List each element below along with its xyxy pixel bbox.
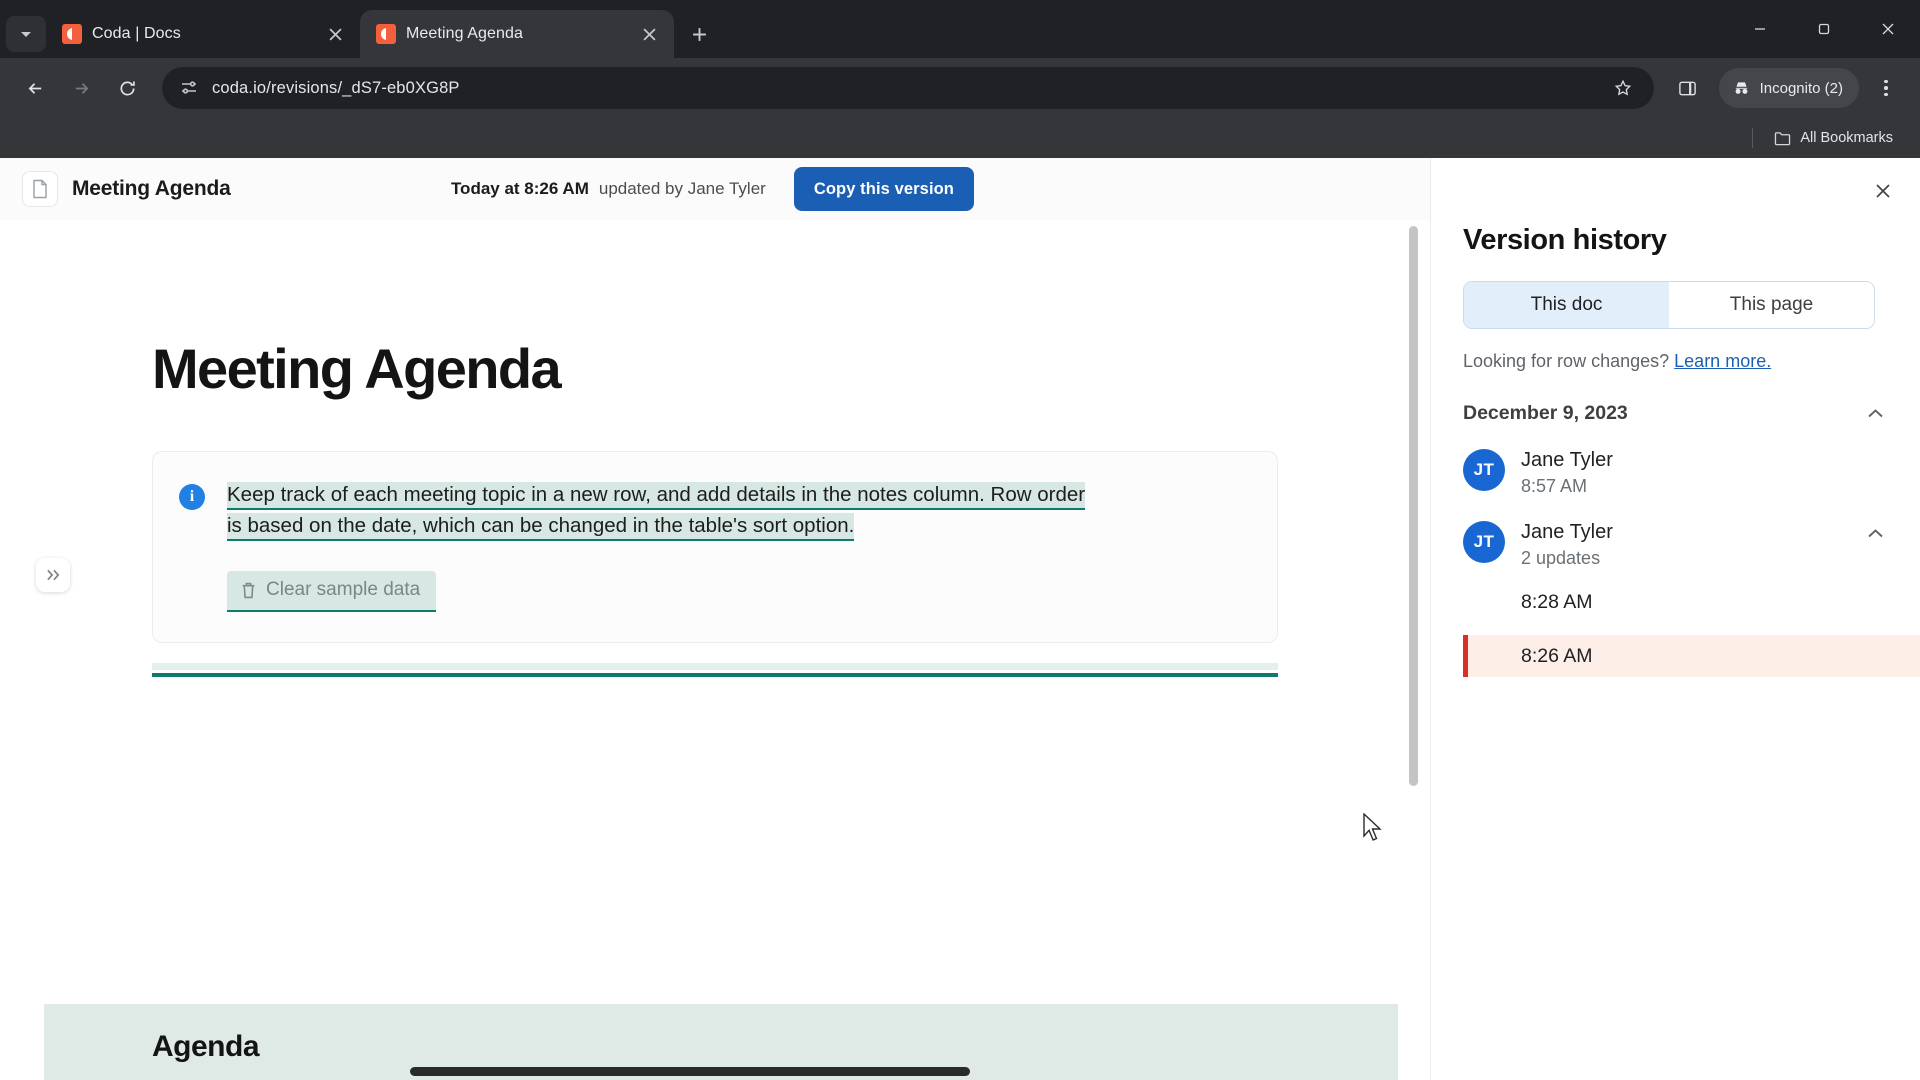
callout-text: Keep track of each meeting topic in a ne… xyxy=(227,480,1086,542)
table-top-divider xyxy=(152,663,1278,678)
version-history-panel: Version history This doc This page Looki… xyxy=(1430,158,1920,1080)
close-icon[interactable] xyxy=(1866,174,1900,208)
callout-box: i Keep track of each meeting topic in a … xyxy=(152,450,1278,644)
clear-sample-data-button[interactable]: Clear sample data xyxy=(227,571,437,613)
close-icon[interactable] xyxy=(636,21,662,47)
revision-author: updated by Jane Tyler xyxy=(598,179,766,198)
agenda-title: Agenda xyxy=(152,1030,260,1063)
address-bar[interactable]: coda.io/revisions/_dS7-eb0XG8P xyxy=(162,67,1654,109)
coda-favicon xyxy=(376,24,396,44)
revision-header: Meeting Agenda Today at 8:26 AM updated … xyxy=(0,158,1430,220)
profile-label: Incognito (2) xyxy=(1759,79,1843,97)
version-sub-item[interactable]: 8:28 AM xyxy=(1463,581,1920,623)
window-close-icon[interactable] xyxy=(1856,0,1920,58)
page-content: Meeting Agenda Today at 8:26 AM updated … xyxy=(0,158,1920,1080)
revision-viewer: Meeting Agenda Today at 8:26 AM updated … xyxy=(0,158,1430,1080)
row-changes-hint: Looking for row changes? Learn more. xyxy=(1463,351,1920,372)
clear-sample-data-label: Clear sample data xyxy=(266,579,421,601)
version-update-count: 2 updates xyxy=(1521,548,1601,568)
learn-more-link[interactable]: Learn more. xyxy=(1674,351,1771,371)
back-arrow-icon[interactable] xyxy=(14,67,56,109)
callout-line-2: is based on the date, which can be chang… xyxy=(227,512,855,541)
document-icon xyxy=(22,171,58,207)
revision-body: Meeting Agenda i Keep track of each meet… xyxy=(0,220,1430,1080)
browser-toolbar: coda.io/revisions/_dS7-eb0XG8P Incognito… xyxy=(0,58,1920,118)
window-controls xyxy=(1728,0,1920,58)
version-history-title: Version history xyxy=(1463,224,1667,256)
version-author: Jane Tyler xyxy=(1521,449,1613,471)
minimize-icon[interactable] xyxy=(1728,0,1792,58)
bookmarks-bar: All Bookmarks xyxy=(0,118,1920,158)
callout-line-1: Keep track of each meeting topic in a ne… xyxy=(227,481,1086,510)
version-time: 8:57 AM xyxy=(1521,476,1588,496)
tab-this-doc[interactable]: This doc xyxy=(1464,282,1669,328)
divider xyxy=(1752,128,1754,148)
hint-text: Looking for row changes? xyxy=(1463,351,1670,371)
tab-coda-docs[interactable]: Coda | Docs xyxy=(46,10,360,58)
tab-meeting-agenda[interactable]: Meeting Agenda xyxy=(360,10,674,58)
forward-arrow-icon[interactable] xyxy=(60,67,102,109)
version-entry[interactable]: JT Jane Tyler 8:57 AM xyxy=(1463,449,1883,497)
tab-strip: Coda | Docs Meeting Agenda xyxy=(0,0,1920,58)
maximize-icon[interactable] xyxy=(1792,0,1856,58)
tab-this-page[interactable]: This page xyxy=(1669,282,1874,328)
kebab-menu-icon[interactable] xyxy=(1866,68,1906,108)
all-bookmarks-button[interactable]: All Bookmarks xyxy=(1765,125,1902,151)
page-settings-icon[interactable] xyxy=(178,77,200,99)
expand-sidebar-icon[interactable] xyxy=(36,558,70,592)
revision-timestamp: Today at 8:26 AM xyxy=(450,179,589,198)
reload-icon[interactable] xyxy=(106,67,148,109)
document-heading: Meeting Agenda xyxy=(152,337,562,400)
version-entry[interactable]: JT Jane Tyler 2 updates xyxy=(1463,521,1883,569)
star-icon[interactable] xyxy=(1606,71,1640,105)
browser-window: Coda | Docs Meeting Agenda coda.io/revis… xyxy=(0,0,1920,1080)
version-sub-item-active[interactable]: 8:26 AM xyxy=(1463,635,1920,677)
url-text: coda.io/revisions/_dS7-eb0XG8P xyxy=(212,78,460,97)
side-panel-icon[interactable] xyxy=(1668,68,1708,108)
tab-title: Coda | Docs xyxy=(92,25,181,42)
version-scope-tabs: This doc This page xyxy=(1463,281,1875,329)
horizontal-scrollbar[interactable] xyxy=(410,1067,970,1076)
trash-icon xyxy=(242,582,255,598)
coda-favicon xyxy=(62,24,82,44)
document-canvas: Meeting Agenda i Keep track of each meet… xyxy=(44,220,1398,1080)
page-title: Meeting Agenda xyxy=(72,177,231,200)
all-bookmarks-label: All Bookmarks xyxy=(1800,130,1893,146)
avatar: JT xyxy=(1463,449,1505,491)
vertical-scrollbar[interactable] xyxy=(1409,226,1418,786)
chevron-up-icon xyxy=(1868,409,1883,418)
copy-this-version-button[interactable]: Copy this version xyxy=(793,167,974,211)
version-date-label: December 9, 2023 xyxy=(1463,402,1628,424)
version-author: Jane Tyler xyxy=(1521,521,1613,543)
incognito-profile-button[interactable]: Incognito (2) xyxy=(1718,68,1859,108)
info-icon: i xyxy=(179,483,205,510)
folder-icon xyxy=(1775,131,1791,145)
version-sub-list: 8:28 AM 8:26 AM xyxy=(1431,581,1920,677)
tab-search-button[interactable] xyxy=(6,16,46,52)
tab-title: Meeting Agenda xyxy=(406,25,524,42)
chevron-up-icon[interactable] xyxy=(1868,529,1883,538)
avatar: JT xyxy=(1463,521,1505,563)
new-tab-button[interactable] xyxy=(680,15,718,53)
version-date-group[interactable]: December 9, 2023 xyxy=(1463,402,1883,425)
close-icon[interactable] xyxy=(322,21,348,47)
